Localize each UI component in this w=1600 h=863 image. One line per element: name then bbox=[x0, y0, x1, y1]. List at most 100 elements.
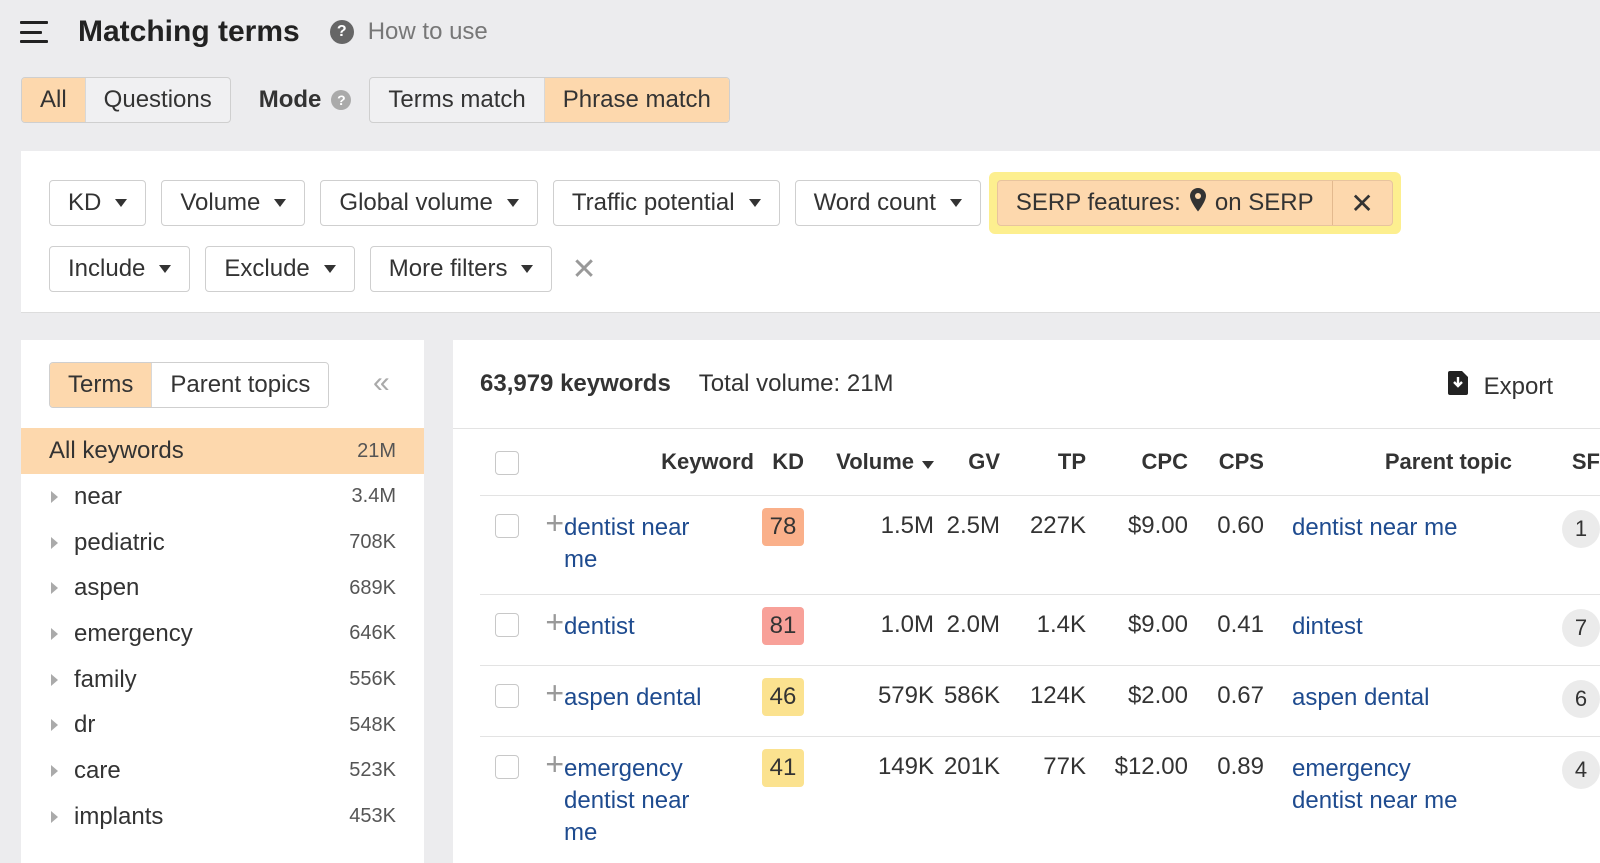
parent-topic-cell: emergency dentist near me bbox=[1292, 736, 1512, 863]
kd-cell: 46 bbox=[754, 665, 804, 737]
sidebar-term-item[interactable]: near 3.4M bbox=[21, 474, 424, 520]
col-tp[interactable]: TP bbox=[1000, 429, 1086, 496]
cps-cell: 0.89 bbox=[1188, 736, 1264, 863]
parent-topic-link[interactable]: dintest bbox=[1292, 611, 1482, 643]
page-title: Matching terms bbox=[78, 15, 300, 48]
term-volume: 689K bbox=[349, 576, 396, 599]
col-gv[interactable]: GV bbox=[934, 429, 1000, 496]
term-label: dr bbox=[74, 711, 96, 739]
filter-label: Traffic potential bbox=[571, 189, 735, 216]
row-checkbox[interactable] bbox=[495, 755, 519, 780]
serp-filter-remove-button[interactable]: ✕ bbox=[1331, 181, 1392, 225]
volume-cell: 1.5M bbox=[804, 495, 934, 595]
mode-help-icon[interactable]: ? bbox=[331, 90, 352, 110]
row-checkbox[interactable] bbox=[495, 613, 519, 638]
col-sf[interactable]: SF bbox=[1512, 429, 1600, 496]
cpc-cell: $2.00 bbox=[1086, 665, 1188, 737]
sidebar-term-item[interactable]: dr 548K bbox=[21, 702, 424, 748]
filter-exclude[interactable]: Exclude bbox=[205, 246, 355, 292]
expand-triangle-icon[interactable] bbox=[51, 764, 58, 777]
kd-badge: 81 bbox=[762, 606, 804, 645]
keyword-link[interactable]: dentist near me bbox=[564, 512, 714, 576]
col-volume[interactable]: Volume bbox=[804, 429, 934, 496]
filter-row-1: KD Volume Global volume Traffic potentia… bbox=[49, 172, 1401, 234]
serp-filter-edit[interactable]: SERP features: on SERP bbox=[998, 181, 1332, 225]
term-label: care bbox=[74, 756, 121, 784]
sidebar-term-item[interactable]: pediatric 708K bbox=[21, 520, 424, 566]
mode-terms-match[interactable]: Terms match bbox=[370, 78, 543, 122]
col-cps[interactable]: CPS bbox=[1188, 429, 1264, 496]
sidebar-term-item[interactable]: care 523K bbox=[21, 748, 424, 794]
filter-kd[interactable]: KD bbox=[49, 180, 147, 226]
col-kd[interactable]: KD bbox=[754, 429, 804, 496]
keyword-link[interactable]: dentist bbox=[564, 611, 714, 643]
expand-triangle-icon[interactable] bbox=[51, 536, 58, 549]
row-select-cell bbox=[480, 594, 519, 666]
collapse-sidebar-icon[interactable]: « bbox=[373, 368, 390, 398]
keyword-link[interactable]: emergency dentist near me bbox=[564, 753, 714, 849]
sidebar-toggle: Terms Parent topics bbox=[49, 362, 330, 408]
col-keyword[interactable]: Keyword bbox=[519, 429, 754, 496]
parent-topic-link[interactable]: emergency dentist near me bbox=[1292, 753, 1482, 817]
filter-include[interactable]: Include bbox=[49, 246, 191, 292]
add-to-list-icon[interactable]: + bbox=[545, 606, 564, 638]
gv-cell: 2.5M bbox=[934, 495, 1000, 595]
keyword-cell: aspen dental bbox=[564, 665, 754, 737]
term-volume: 3.4M bbox=[351, 485, 396, 508]
keyword-link[interactable]: aspen dental bbox=[564, 682, 714, 714]
select-all-checkbox[interactable] bbox=[495, 450, 519, 475]
sidebar-term-item[interactable]: aspen 689K bbox=[21, 565, 424, 611]
scope-tab-all[interactable]: All bbox=[22, 78, 85, 122]
parent-topic-link[interactable]: dentist near me bbox=[1292, 512, 1482, 544]
expand-triangle-icon[interactable] bbox=[51, 627, 58, 640]
serp-filter-prefix: SERP features: bbox=[1015, 189, 1181, 216]
term-label: aspen bbox=[74, 574, 140, 602]
term-volume: 556K bbox=[349, 668, 396, 691]
row-checkbox[interactable] bbox=[495, 514, 519, 539]
add-to-list-icon[interactable]: + bbox=[545, 507, 564, 539]
filter-word-count[interactable]: Word count bbox=[794, 180, 981, 226]
filter-global-volume[interactable]: Global volume bbox=[320, 180, 538, 226]
sf-cell: 1 bbox=[1512, 495, 1600, 595]
col-cpc[interactable]: CPC bbox=[1086, 429, 1188, 496]
expand-triangle-icon[interactable] bbox=[51, 810, 58, 823]
term-label: emergency bbox=[74, 619, 193, 647]
row-checkbox[interactable] bbox=[495, 684, 519, 709]
mode-phrase-match[interactable]: Phrase match bbox=[543, 78, 729, 122]
serp-features-badge[interactable]: 7 bbox=[1562, 608, 1600, 647]
volume-cell: 579K bbox=[804, 665, 934, 737]
sidebar-tab-parent-topics[interactable]: Parent topics bbox=[151, 363, 329, 407]
clear-filters-icon[interactable]: ✕ bbox=[571, 252, 596, 287]
filter-label: More filters bbox=[388, 255, 508, 282]
menu-icon[interactable] bbox=[20, 21, 48, 43]
sidebar-term-item[interactable]: implants 453K bbox=[21, 794, 424, 840]
gv-cell: 586K bbox=[934, 665, 1000, 737]
term-label: near bbox=[74, 482, 123, 510]
export-button[interactable]: Export bbox=[1447, 370, 1553, 403]
serp-features-badge[interactable]: 6 bbox=[1562, 679, 1600, 718]
filter-traffic-potential[interactable]: Traffic potential bbox=[552, 180, 780, 226]
scope-tab-questions[interactable]: Questions bbox=[84, 78, 230, 122]
add-to-list-icon[interactable]: + bbox=[545, 748, 564, 780]
expand-triangle-icon[interactable] bbox=[51, 719, 58, 732]
expand-triangle-icon[interactable] bbox=[51, 490, 58, 503]
caret-down-icon bbox=[159, 265, 172, 273]
expand-triangle-icon[interactable] bbox=[51, 673, 58, 686]
add-to-list-icon[interactable]: + bbox=[545, 677, 564, 709]
filter-volume[interactable]: Volume bbox=[161, 180, 306, 226]
sidebar-item-all-keywords[interactable]: All keywords 21M bbox=[21, 428, 424, 474]
sidebar-term-item[interactable]: family 556K bbox=[21, 657, 424, 703]
table-row: + aspen dental 46 579K 586K 124K $2.00 0.67 aspe… bbox=[480, 665, 1600, 737]
sidebar-term-item[interactable]: emergency 646K bbox=[21, 611, 424, 657]
sidebar-tab-terms[interactable]: Terms bbox=[50, 363, 152, 407]
how-to-use-link[interactable]: ? How to use bbox=[329, 18, 488, 46]
tp-cell: 77K bbox=[1000, 736, 1086, 863]
expand-triangle-icon[interactable] bbox=[51, 582, 58, 595]
parent-topic-link[interactable]: aspen dental bbox=[1292, 682, 1482, 714]
filter-more-filters[interactable]: More filters bbox=[369, 246, 553, 292]
serp-features-badge[interactable]: 4 bbox=[1562, 750, 1600, 789]
serp-features-badge[interactable]: 1 bbox=[1562, 509, 1600, 548]
term-volume: 708K bbox=[349, 531, 396, 554]
kd-cell: 78 bbox=[754, 495, 804, 595]
col-parent-topic[interactable]: Parent topic bbox=[1292, 429, 1512, 496]
